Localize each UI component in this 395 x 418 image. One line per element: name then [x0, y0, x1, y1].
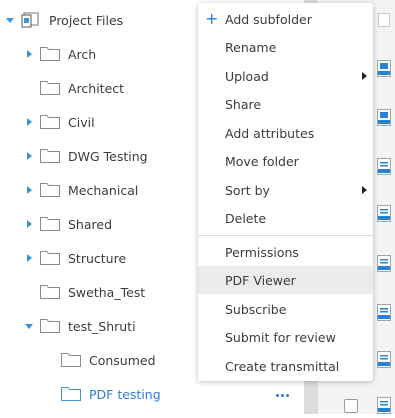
tree-item-label: Civil	[68, 115, 95, 130]
menu-item-label: Delete	[225, 210, 267, 226]
menu-item-move-folder[interactable]: Move folder	[198, 147, 373, 175]
menu-item-label: Create transmittal	[225, 358, 340, 374]
folder-icon	[40, 250, 60, 268]
menu-item-permissions[interactable]: Permissions	[198, 238, 373, 266]
tree-item-label: Structure	[68, 251, 127, 266]
folder-icon	[40, 216, 60, 234]
chevron-right-icon[interactable]	[27, 186, 32, 194]
folder-icon	[40, 182, 60, 200]
folder-context-menu: + Add subfolder Rename Upload Share Add …	[198, 3, 373, 381]
project-files-icon	[21, 12, 40, 31]
tree-item-label: Swetha_Test	[68, 285, 146, 300]
menu-item-upload[interactable]: Upload	[198, 62, 373, 90]
menu-item-submit-for-review[interactable]: Submit for review	[198, 323, 373, 351]
dwf-file-icon	[377, 109, 391, 126]
dwf-file-icon	[377, 60, 391, 77]
chevron-right-icon[interactable]	[27, 254, 32, 262]
row-checkbox[interactable]	[344, 399, 358, 413]
menu-item-label: Sort by	[225, 182, 270, 198]
chevron-right-icon[interactable]	[27, 50, 32, 58]
menu-item-label: PDF Viewer	[225, 272, 296, 288]
menu-item-label: Upload	[225, 68, 269, 84]
chevron-right-icon[interactable]	[27, 220, 32, 228]
plus-icon: +	[205, 9, 219, 28]
menu-item-delete[interactable]: Delete	[198, 204, 373, 232]
file-icon	[378, 12, 392, 29]
chevron-right-icon[interactable]	[27, 118, 32, 126]
more-options-button[interactable]	[270, 388, 294, 402]
menu-item-pdf-viewer[interactable]: PDF Viewer	[198, 266, 373, 294]
menu-divider	[198, 235, 373, 236]
menu-item-label: Add attributes	[225, 125, 315, 141]
tree-item-label: Consumed	[89, 353, 156, 368]
folder-icon	[40, 46, 60, 64]
folder-icon	[40, 148, 60, 166]
menu-item-label: Rename	[225, 39, 277, 55]
menu-item-label: Share	[225, 96, 262, 112]
more-dot	[275, 393, 279, 397]
folder-icon	[61, 386, 81, 404]
tree-item-label: DWG Testing	[68, 149, 148, 164]
menu-item-subscribe[interactable]: Subscribe	[198, 295, 373, 323]
menu-item-sort-by[interactable]: Sort by	[198, 176, 373, 204]
submenu-arrow-icon	[362, 186, 367, 194]
chevron-down-icon[interactable]	[25, 324, 33, 329]
tree-item-label: Mechanical	[68, 183, 139, 198]
folder-icon	[40, 80, 60, 98]
pdf-file-icon	[377, 351, 391, 368]
tree-item-label: Architect	[68, 81, 125, 96]
folder-icon	[40, 114, 60, 132]
pdf-file-icon	[377, 255, 391, 272]
menu-item-label: Move folder	[225, 153, 299, 169]
tree-item-label: PDF testing	[89, 387, 161, 402]
menu-item-rename[interactable]: Rename	[198, 33, 373, 61]
menu-item-label: Permissions	[225, 244, 299, 260]
tree-item-label: Shared	[68, 217, 113, 232]
folder-icon	[40, 284, 60, 302]
menu-item-label: Subscribe	[225, 301, 287, 317]
tree-item-pdf-testing[interactable]: PDF testing	[0, 377, 300, 411]
tree-item-label: test_Shruti	[68, 319, 136, 334]
submenu-arrow-icon	[362, 72, 367, 80]
menu-item-add-subfolder[interactable]: + Add subfolder	[198, 5, 373, 33]
chevron-right-icon[interactable]	[27, 152, 32, 160]
menu-item-label: Submit for review	[225, 329, 336, 345]
pdf-file-icon	[377, 304, 391, 321]
folder-icon	[40, 318, 60, 336]
menu-item-add-attributes[interactable]: Add attributes	[198, 119, 373, 147]
tree-item-label: Arch	[68, 47, 97, 62]
more-dot	[285, 393, 289, 397]
pdf-file-icon	[377, 397, 391, 414]
chevron-down-icon[interactable]	[6, 18, 14, 23]
tree-root-label: Project Files	[49, 13, 124, 28]
folder-icon	[61, 352, 81, 370]
more-dot	[280, 393, 284, 397]
pdf-file-icon	[377, 158, 391, 175]
pdf-file-icon	[377, 205, 391, 222]
menu-item-label: Add subfolder	[225, 11, 312, 27]
menu-item-create-transmittal[interactable]: Create transmittal	[198, 352, 373, 380]
menu-item-share[interactable]: Share	[198, 90, 373, 118]
